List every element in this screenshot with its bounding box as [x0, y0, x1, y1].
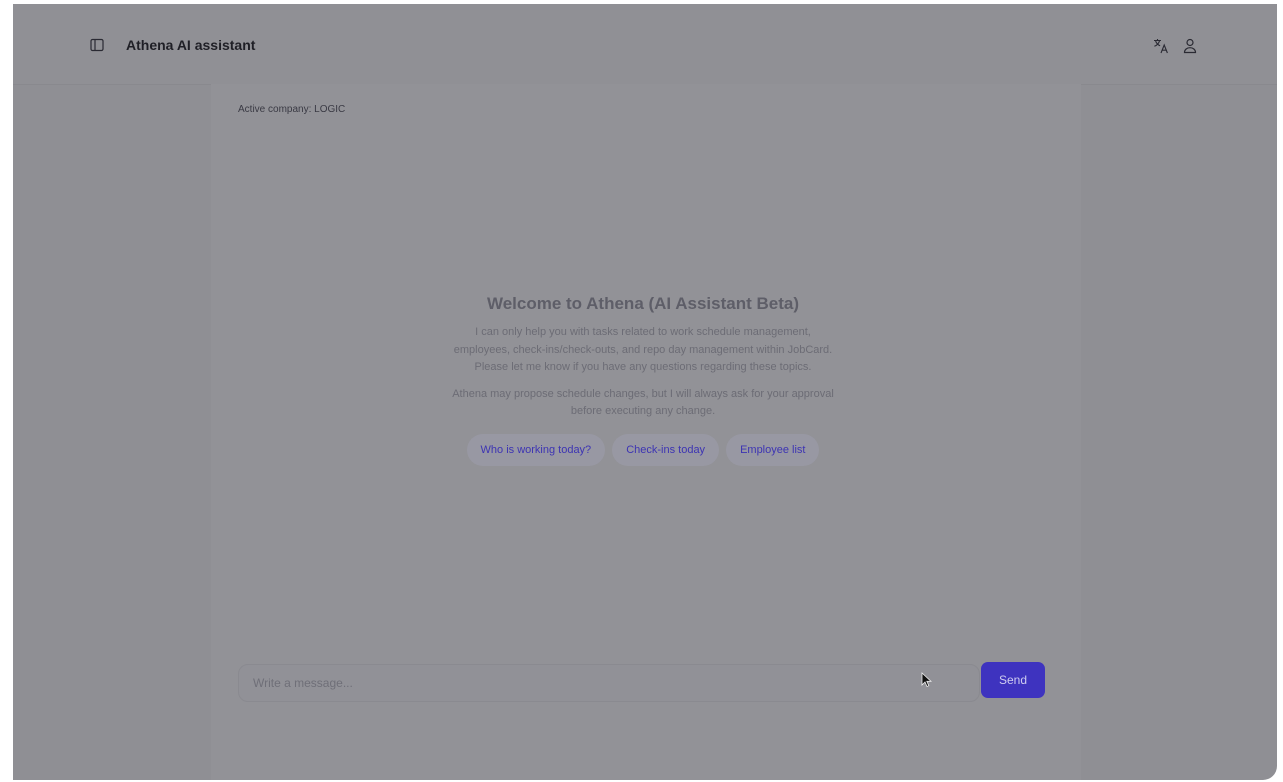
welcome-description: I can only help you with tasks related t… [453, 326, 833, 373]
app-title: Athena AI assistant [126, 37, 256, 53]
top-bar: Athena AI assistant [13, 4, 1277, 84]
message-composer [238, 664, 980, 702]
app-window: Athena AI assistant Active company: LOGI… [13, 4, 1277, 780]
suggestion-chips: Who is working today? Check-ins today Em… [451, 433, 835, 466]
approval-notice: Athena may propose schedule changes, but… [452, 387, 834, 418]
chat-area: Active company: LOGIC Welcome to Athena … [211, 84, 1081, 780]
welcome-title: Welcome to Athena (AI Assistant Beta) [486, 294, 800, 313]
message-input[interactable] [239, 665, 959, 701]
suggestion-who-is-working-today[interactable]: Who is working today? [466, 433, 606, 466]
send-button[interactable]: Send [981, 662, 1045, 698]
user-icon[interactable] [1182, 37, 1198, 55]
translate-icon[interactable] [1152, 37, 1170, 55]
sidebar-toggle-icon[interactable] [90, 38, 104, 52]
suggestion-employee-list[interactable]: Employee list [726, 433, 820, 466]
mouse-cursor-icon [921, 672, 933, 688]
suggestion-check-ins-today[interactable]: Check-ins today [612, 433, 720, 466]
active-company-label: Active company: LOGIC [238, 104, 346, 115]
welcome-panel: Welcome to Athena (AI Assistant Beta) I … [451, 294, 835, 466]
